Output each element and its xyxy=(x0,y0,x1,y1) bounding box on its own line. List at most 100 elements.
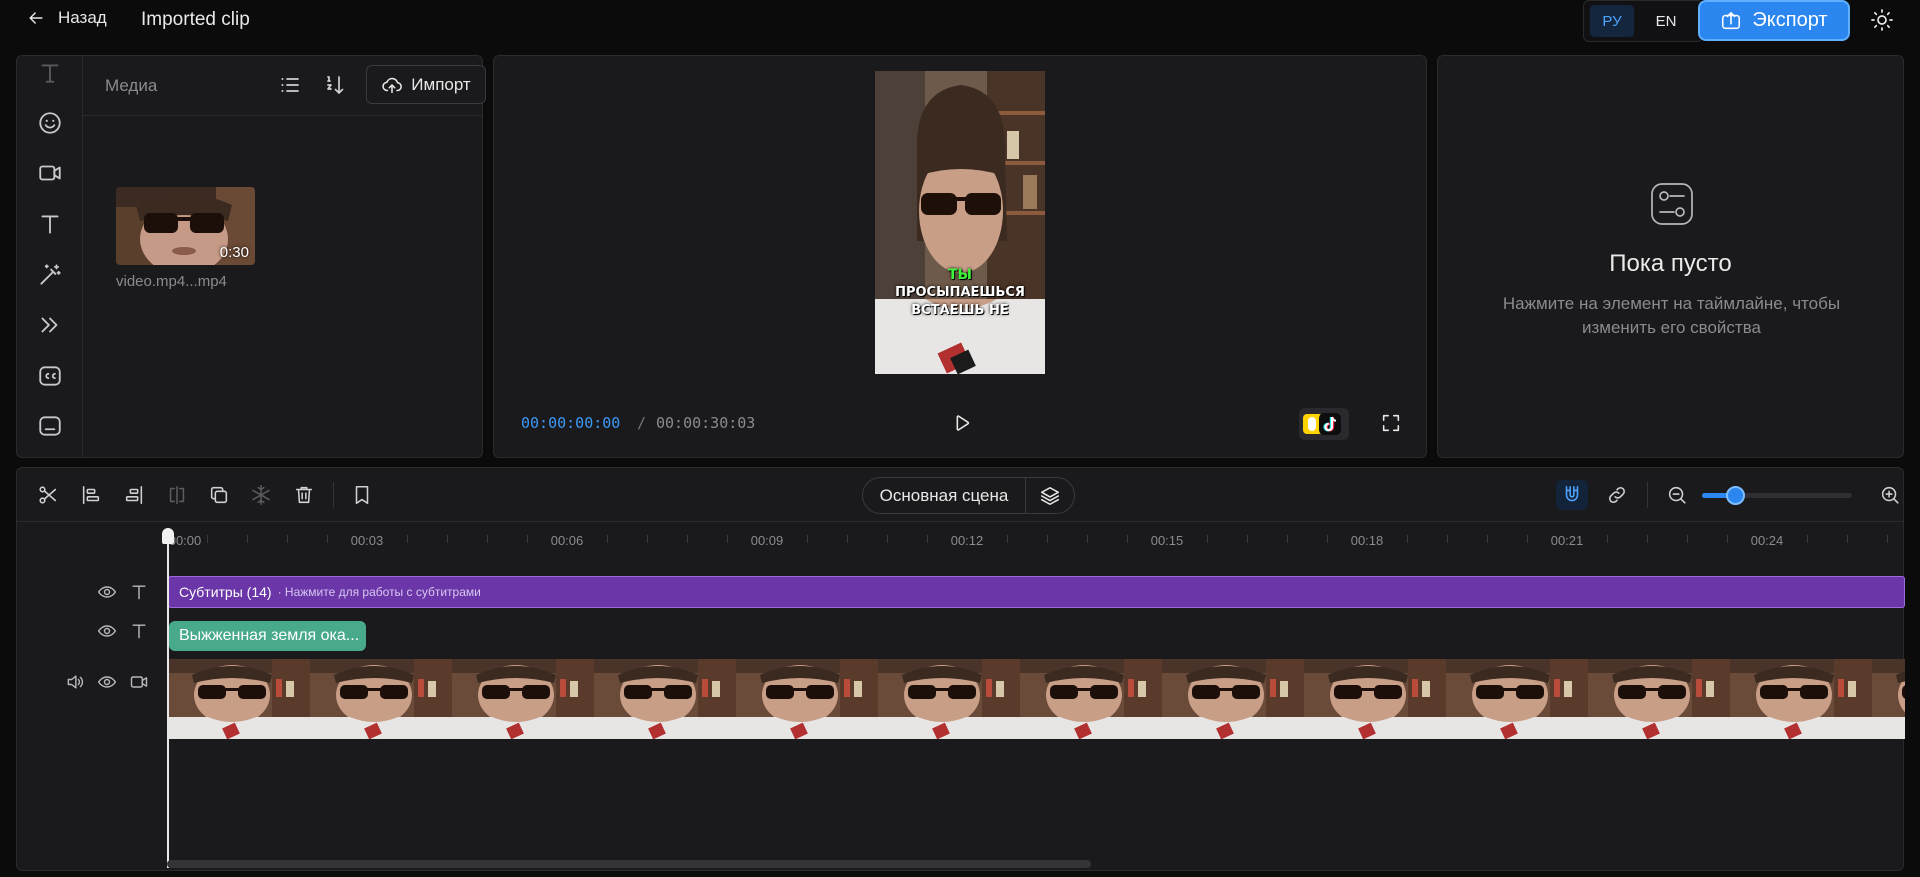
theme-toggle-button[interactable] xyxy=(1870,8,1894,32)
ruler-tick xyxy=(327,535,328,543)
ruler-tick xyxy=(727,535,728,543)
track-visibility-toggle[interactable] xyxy=(97,582,117,602)
scissors-icon xyxy=(39,486,57,504)
video-frame-thumbnail xyxy=(1588,659,1730,739)
ruler-tick xyxy=(1647,535,1648,543)
timeline-horizontal-scrollbar[interactable] xyxy=(167,860,1091,868)
playhead-handle[interactable] xyxy=(162,528,174,544)
lang-ru-button[interactable]: РУ xyxy=(1590,5,1634,37)
zoom-out-button[interactable] xyxy=(1666,484,1688,506)
arrow-left-icon xyxy=(29,12,43,24)
delete-button[interactable] xyxy=(293,484,315,506)
playhead[interactable] xyxy=(162,528,174,868)
zoom-slider-handle[interactable] xyxy=(1726,486,1745,505)
rail-subtitles-icon[interactable] xyxy=(37,413,63,439)
split-tool-button[interactable] xyxy=(37,484,59,506)
media-title: Медиа xyxy=(105,76,158,95)
back-button[interactable]: Назад xyxy=(26,8,107,28)
lang-en-button[interactable]: EN xyxy=(1644,5,1688,37)
rail-text-faded-icon[interactable] xyxy=(37,60,63,86)
ruler-tick xyxy=(1527,535,1528,543)
fullscreen-button[interactable] xyxy=(1380,412,1402,434)
freeze-button[interactable] xyxy=(250,484,272,506)
align-right-button[interactable] xyxy=(123,484,145,506)
zoom-slider[interactable] xyxy=(1702,486,1852,505)
zoom-in-button[interactable] xyxy=(1879,484,1901,506)
track-type-text-icon xyxy=(129,582,149,602)
toolbar-divider xyxy=(1647,482,1648,508)
total-timecode: 00:00:30:03 xyxy=(656,414,756,432)
platform-selector-button[interactable] xyxy=(1299,408,1349,440)
video-frame-thumbnail xyxy=(1020,659,1162,739)
bookmark-button[interactable] xyxy=(351,484,373,506)
subtitle-track-clip[interactable]: Субтитры (14) · Нажмите для работы с суб… xyxy=(168,576,1905,608)
rail-captions-icon[interactable] xyxy=(37,363,63,389)
rail-video-icon[interactable] xyxy=(37,160,63,186)
ruler-label: 00:06 xyxy=(550,533,584,548)
ruler-tick xyxy=(927,535,928,543)
snowflake-icon xyxy=(252,485,270,505)
empty-state-hint: Нажмите на элемент на таймлайне, чтобы и… xyxy=(1502,294,1841,337)
caption-highlight-word: ТЫ xyxy=(947,267,973,283)
ruler-tick xyxy=(847,535,848,543)
ruler-tick xyxy=(1687,535,1688,543)
text-clip[interactable]: Выжженная земля ока... xyxy=(169,621,366,651)
timeline-ruler[interactable]: 00:00 00:03 00:06 00:09 00:12 00:15 00:18 00:21… xyxy=(167,522,1905,552)
ruler-tick xyxy=(527,535,528,543)
snap-magnet-button[interactable] xyxy=(1556,480,1588,510)
fullscreen-icon xyxy=(1382,414,1400,432)
track-visibility-toggle[interactable] xyxy=(97,672,117,692)
play-button[interactable] xyxy=(950,412,972,434)
ruler-tick xyxy=(207,535,208,543)
track-visibility-toggle[interactable] xyxy=(97,621,117,641)
export-icon xyxy=(1722,11,1741,29)
back-label: Назад xyxy=(58,8,107,27)
ruler-tick xyxy=(1887,535,1888,543)
zoom-out-icon xyxy=(1668,486,1686,504)
link-button[interactable] xyxy=(1606,484,1628,506)
rail-transitions-icon[interactable] xyxy=(37,312,63,338)
export-button[interactable]: Экспорт xyxy=(1698,0,1850,41)
list-icon xyxy=(281,78,299,92)
align-left-button[interactable] xyxy=(80,484,102,506)
scene-selector: Основная сцена xyxy=(862,477,1075,514)
ruler-tick xyxy=(1407,535,1408,543)
ruler-tick xyxy=(1007,535,1008,543)
timecode-separator: / xyxy=(637,414,647,432)
bookmark-icon xyxy=(355,485,369,505)
video-preview[interactable]: ТЫ ПРОСЫПАЕШЬСЯ ВСТАЕШЬ НЕ xyxy=(875,71,1045,374)
ruler-tick xyxy=(1287,535,1288,543)
split-view-button[interactable] xyxy=(166,484,188,506)
settings-sliders-icon xyxy=(1648,180,1696,228)
video-track-clip[interactable] xyxy=(168,659,1905,739)
sort-button[interactable] xyxy=(323,73,347,97)
ruler-tick xyxy=(407,535,408,543)
ruler-label: 00:12 xyxy=(950,533,984,548)
ruler-tick xyxy=(1487,535,1488,543)
video-frame-thumbnail xyxy=(1162,659,1304,739)
rail-text-icon[interactable] xyxy=(37,211,63,237)
toolbar-divider xyxy=(333,482,334,508)
import-button[interactable]: Импорт xyxy=(366,65,486,104)
ruler-tick xyxy=(1807,535,1808,543)
align-left-icon xyxy=(82,485,100,505)
cloud-upload-icon xyxy=(382,77,403,93)
rail-magic-wand-icon[interactable] xyxy=(37,262,63,288)
video-frame-thumbnail xyxy=(736,659,878,739)
caption-line-1: ПРОСЫПАЕШЬСЯ xyxy=(895,285,1025,300)
track-type-text-icon xyxy=(129,621,149,641)
media-item-thumbnail[interactable]: 0:30 xyxy=(116,187,255,265)
list-view-button[interactable] xyxy=(278,73,302,97)
rail-emoji-icon[interactable] xyxy=(37,110,63,136)
ruler-tick xyxy=(1727,535,1728,543)
magnet-icon xyxy=(1565,485,1579,502)
duplicate-button[interactable] xyxy=(208,484,230,506)
scene-layers-button[interactable] xyxy=(1026,478,1074,513)
ruler-label: 00:21 xyxy=(1550,533,1584,548)
scene-name-button[interactable]: Основная сцена xyxy=(863,478,1026,513)
video-frame-thumbnail xyxy=(594,659,736,739)
ruler-tick xyxy=(487,535,488,543)
track-audio-toggle[interactable] xyxy=(65,672,85,692)
properties-panel: Пока пусто Нажмите на элемент на таймлай… xyxy=(1437,55,1904,458)
video-frame-thumbnail xyxy=(1872,659,1905,739)
